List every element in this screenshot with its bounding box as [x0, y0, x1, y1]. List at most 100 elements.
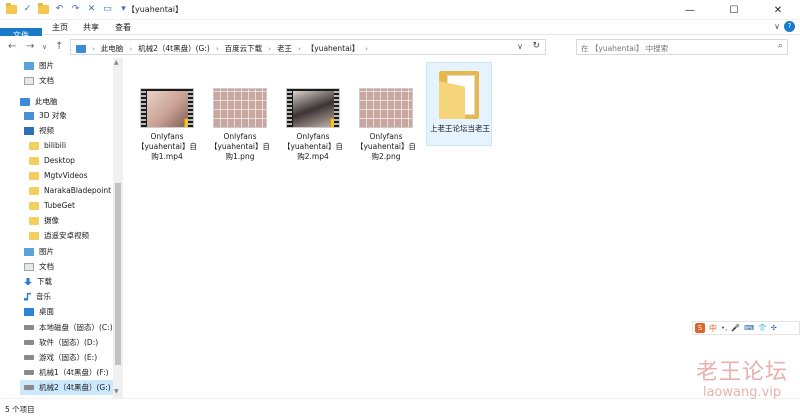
toolbox-icon[interactable]: ✣: [771, 324, 777, 332]
chevron-down-icon[interactable]: ∨: [517, 42, 523, 51]
image-thumbnail: [213, 88, 267, 128]
minimize-button[interactable]: —: [668, 0, 712, 20]
nav-item-pictures-2[interactable]: 图片: [24, 244, 113, 259]
video-icon: [24, 126, 34, 135]
nav-item-drive-d[interactable]: 软件（固态）(D:): [24, 335, 113, 350]
back-arrow-icon[interactable]: ←: [8, 41, 16, 52]
file-name: Onlyfans【yuahentai】自购1.mp4: [136, 132, 198, 161]
breadcrumb-drive[interactable]: 机械2（4t黑盘）(G:): [138, 43, 210, 54]
nav-item-drive-f[interactable]: 机械1（4t黑盘）(F:): [24, 365, 113, 380]
rename-icon[interactable]: ▭: [102, 4, 113, 15]
folder-item[interactable]: 上老王论坛当老王: [426, 62, 492, 146]
nav-item-downloads[interactable]: 下载: [24, 274, 113, 289]
refresh-icon[interactable]: ↻: [532, 41, 540, 51]
chevron-right-icon: ›: [92, 44, 95, 53]
video-badge-icon: [330, 118, 339, 127]
item-count: 5 个项目: [5, 405, 35, 414]
nav-item-3d-objects[interactable]: 3D 对象: [24, 108, 113, 123]
nav-item-this-pc[interactable]: 此电脑: [20, 94, 113, 109]
nav-item-videos[interactable]: 视频: [24, 123, 113, 138]
tab-share[interactable]: 共享: [79, 20, 103, 35]
quick-access-toolbar: ✓ ↶ ↷ ✕ ▭ ▾: [6, 3, 129, 15]
close-button[interactable]: ✕: [756, 0, 800, 20]
drive-icon: [24, 355, 34, 360]
folder-icon: [29, 186, 39, 195]
nav-item-tubeget[interactable]: TubeGet: [29, 198, 113, 213]
file-item[interactable]: Onlyfans【yuahentai】自购1.mp4: [134, 66, 200, 161]
file-item[interactable]: Onlyfans【yuahentai】自购2.png: [353, 66, 419, 161]
ime-toolbar[interactable]: S 中 •, 🎤 ⌨ 👕 ✣: [692, 321, 800, 335]
folder-icon: [29, 201, 39, 210]
search-icon: ⌕: [777, 41, 783, 51]
nav-item-naraka[interactable]: NarakaBladepoint: [29, 183, 113, 198]
address-bar[interactable]: › 此电脑 › 机械2（4t黑盘）(G:) › 百度云下载 › 老王 › 【yu…: [70, 39, 546, 55]
scroll-up-icon[interactable]: ▲: [114, 59, 119, 66]
search-input[interactable]: 在 【yuahentai】 中搜索 ⌕: [576, 39, 788, 55]
file-name: Onlyfans【yuahentai】自购1.png: [209, 132, 271, 161]
nav-item-drive-c[interactable]: 本地磁盘（固态）(C:): [24, 320, 113, 335]
tab-view[interactable]: 查看: [111, 20, 135, 35]
desktop-icon: [24, 307, 34, 316]
folder-icon: [29, 156, 39, 165]
ribbon: 文件 主页 共享 查看 ∨ ?: [0, 20, 800, 116]
expand-ribbon-icon[interactable]: ∨: [774, 22, 780, 31]
folder-icon: [29, 231, 39, 240]
address-row: ← → ∨ ↑ › 此电脑 › 机械2（4t黑盘）(G:) › 百度云下载 › …: [0, 36, 800, 58]
delete-icon[interactable]: ✕: [86, 4, 97, 15]
nav-item-desktop[interactable]: 桌面: [24, 304, 113, 319]
microphone-icon[interactable]: 🎤: [731, 324, 740, 332]
nav-item-drive-e[interactable]: 游戏（固态）(E:): [24, 350, 113, 365]
scroll-down-icon[interactable]: ▼: [114, 388, 119, 395]
folder-icon: [29, 171, 39, 180]
breadcrumb-laowang[interactable]: 老王: [277, 43, 292, 54]
skin-icon[interactable]: 👕: [758, 324, 767, 332]
folder-icon: [439, 71, 479, 119]
folder-name: 上老王论坛当老王: [430, 124, 490, 133]
folder-icon: [29, 216, 39, 225]
new-folder-icon[interactable]: [38, 3, 49, 15]
drive-icon: [24, 370, 34, 375]
drive-icon: [24, 385, 34, 390]
document-icon: [24, 262, 34, 271]
chevron-right-icon: ›: [268, 44, 271, 53]
nav-item-mgtvvideos[interactable]: MgtvVideos: [29, 168, 113, 183]
nav-item-drive-g[interactable]: 机械2（4t黑盘）(G:): [20, 380, 113, 395]
nav-item-camera[interactable]: 摄像: [29, 213, 113, 228]
video-badge-icon: [184, 118, 193, 127]
redo-icon[interactable]: ↷: [70, 4, 81, 15]
breadcrumb-current[interactable]: 【yuahentai】: [307, 43, 360, 54]
forward-arrow-icon[interactable]: →: [26, 41, 34, 52]
picture-icon: [24, 247, 34, 256]
nav-item-xiaoyao[interactable]: 逍遥安卓视频: [29, 228, 113, 243]
drive-icon: [24, 325, 34, 330]
file-item[interactable]: Onlyfans【yuahentai】自购1.png: [207, 66, 273, 161]
nav-item-pictures[interactable]: 图片: [24, 58, 113, 73]
ime-language[interactable]: 中: [709, 323, 717, 334]
scrollbar-thumb[interactable]: [115, 183, 121, 365]
keyboard-icon[interactable]: ⌨: [744, 324, 754, 332]
video-thumbnail: [286, 88, 340, 128]
nav-item-bilibili[interactable]: bilibili: [29, 138, 113, 153]
tab-home[interactable]: 主页: [48, 20, 72, 35]
nav-item-documents-2[interactable]: 文档: [24, 259, 113, 274]
breadcrumb-baidu[interactable]: 百度云下载: [225, 43, 263, 54]
nav-item-music[interactable]: 音乐: [24, 289, 113, 304]
breadcrumb-pc[interactable]: 此电脑: [101, 43, 124, 54]
chevron-right-icon: ›: [297, 44, 301, 53]
nav-item-desktop-folder[interactable]: Desktop: [29, 153, 113, 168]
maximize-button[interactable]: ☐: [712, 0, 756, 20]
file-item[interactable]: Onlyfans【yuahentai】自购2.mp4: [280, 66, 346, 161]
up-arrow-icon[interactable]: ↑: [55, 41, 63, 52]
properties-icon[interactable]: ✓: [22, 4, 33, 15]
recent-locations-icon[interactable]: ∨: [42, 43, 47, 51]
file-name: Onlyfans【yuahentai】自购2.png: [355, 132, 417, 161]
sogou-logo-icon: S: [695, 323, 705, 333]
help-icon[interactable]: ?: [784, 21, 795, 32]
file-name: Onlyfans【yuahentai】自购2.mp4: [282, 132, 344, 161]
nav-scrollbar[interactable]: ▲ ▼: [113, 58, 123, 398]
pc-icon: [76, 44, 86, 53]
punctuation-icon[interactable]: •,: [721, 324, 727, 332]
chevron-right-icon: ›: [215, 44, 219, 53]
undo-icon[interactable]: ↶: [54, 4, 65, 15]
nav-item-documents[interactable]: 文档: [24, 73, 113, 88]
